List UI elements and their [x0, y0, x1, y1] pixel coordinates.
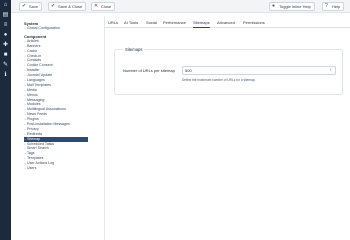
- toggle-inline-help-label: Toggle Inline Help: [279, 4, 311, 9]
- sidebar-item-label: Media: [27, 87, 37, 92]
- save-close-button[interactable]: ✔ Save & Close: [48, 2, 87, 11]
- sidebar-item-label: Modules: [27, 102, 41, 107]
- main-panel: URLs AI Tools Social Performance Sitemap…: [104, 16, 350, 240]
- tab-sitemaps[interactable]: Sitemaps: [193, 18, 210, 28]
- close-icon: ✕: [94, 3, 99, 9]
- help-label: Help: [332, 4, 341, 9]
- urls-per-sitemap-input[interactable]: 500 ⇕: [182, 66, 336, 75]
- tab-social[interactable]: Social: [146, 18, 157, 28]
- save-button[interactable]: ✔ Save: [19, 2, 43, 11]
- sidebar-item-label: Cache: [27, 48, 38, 53]
- home-icon[interactable]: ⌂: [0, 1, 11, 10]
- help-circle-icon: ●: [272, 3, 276, 9]
- sidebar-item-label: Banners: [27, 43, 41, 48]
- left-rail: ⌂ ▤ ≡ ● ✚ ■ ✎ ℹ: [0, 0, 11, 240]
- sidebar-item-label: Smart Search: [27, 146, 49, 151]
- sidebar-item-label: Sitemap: [27, 136, 41, 141]
- save-label: Save: [29, 4, 39, 9]
- sidebar-item-label: Templates: [27, 156, 44, 161]
- sidebar-item-label: Users: [27, 166, 37, 171]
- close-button[interactable]: ✕ Close: [91, 2, 116, 11]
- sidebar-item-label: Contacts: [27, 58, 42, 63]
- sidebar-item-label: User Actions Log: [27, 161, 55, 166]
- sitemaps-fieldset: Sitemaps Number of URLs per sitemap 500 …: [114, 47, 343, 95]
- sidebar-item-label: Post-installation Messages: [27, 122, 70, 127]
- tab-advanced[interactable]: Advanced: [217, 18, 235, 28]
- users-icon[interactable]: ●: [0, 31, 11, 40]
- toggle-inline-help-button[interactable]: ● Toggle Inline Help: [269, 2, 315, 11]
- system-list: › Global Configuration: [24, 26, 88, 31]
- sidebar-item-label: Joomla! Update: [27, 73, 53, 78]
- spinner-icon[interactable]: ⇕: [329, 67, 332, 74]
- sidebar-item-label: Messaging: [27, 97, 45, 102]
- lock-icon[interactable]: ■: [0, 51, 11, 60]
- component-list: › Articles › Banners › Cache › Check-in › Contact…: [24, 39, 88, 171]
- sidebar-item-label: Redirects: [27, 131, 43, 136]
- sidebar-item-label: Languages: [27, 78, 45, 83]
- sidebar-item-global-configuration[interactable]: › Global Configuration: [24, 26, 88, 31]
- urls-per-sitemap-description: Define the maximum number of URLs for a …: [182, 78, 256, 82]
- tab-performance[interactable]: Performance: [163, 18, 186, 28]
- save-close-icon: ✔: [51, 3, 56, 9]
- tab-urls[interactable]: URLs: [108, 18, 118, 28]
- list-icon[interactable]: ≡: [0, 21, 11, 30]
- chevron-right-icon: ›: [24, 26, 26, 30]
- sidebar-item-label: Plugins: [27, 117, 39, 122]
- info-icon[interactable]: ℹ: [0, 71, 11, 80]
- tab-ai-tools[interactable]: AI Tools: [124, 18, 138, 28]
- urls-per-sitemap-value: 500: [185, 68, 192, 73]
- sidebar-item-label: News Feeds: [27, 112, 47, 117]
- sidebar-item-users[interactable]: › Users: [24, 166, 88, 171]
- sidebar-item-label: Menus: [27, 92, 38, 97]
- sidebar-item-label: Global Configuration: [27, 26, 60, 30]
- wrench-icon[interactable]: ✎: [0, 61, 11, 70]
- question-icon: ?: [325, 3, 328, 9]
- sidebar-item-label: Articles: [27, 38, 39, 43]
- sidebar-item-label: Mail Templates: [27, 82, 51, 87]
- fieldset-legend: Sitemaps: [123, 47, 145, 52]
- chevron-right-icon: ›: [24, 166, 26, 171]
- toolbar: ✔ Save ✔ Save & Close ✕ Close ● Toggle I…: [11, 0, 350, 13]
- save-close-label: Save & Close: [58, 4, 83, 9]
- sidebar-item-label: Scheduled Tasks: [27, 141, 55, 146]
- puzzle-icon[interactable]: ✚: [0, 41, 11, 50]
- tab-bar: URLs AI Tools Social Performance Sitemap…: [105, 18, 350, 28]
- tab-permissions[interactable]: Permissions: [243, 18, 265, 28]
- sidebar-item-label: Check-in: [27, 53, 42, 58]
- help-button[interactable]: ? Help: [322, 2, 345, 11]
- component-sidebar: System › Global Configuration Component ›…: [24, 21, 88, 240]
- save-icon: ✔: [22, 3, 27, 9]
- sidebar-item-label: Cookie Consent: [27, 63, 53, 68]
- sidebar-item-label: Tags: [27, 151, 35, 156]
- file-icon[interactable]: ▤: [0, 11, 11, 20]
- sidebar-item-label: Installer: [27, 68, 40, 73]
- urls-per-sitemap-label: Number of URLs per sitemap: [123, 68, 175, 73]
- sidebar-item-label: Privacy: [27, 126, 39, 131]
- sidebar-item-label: Multilingual Associations: [27, 107, 66, 112]
- close-label: Close: [101, 4, 112, 9]
